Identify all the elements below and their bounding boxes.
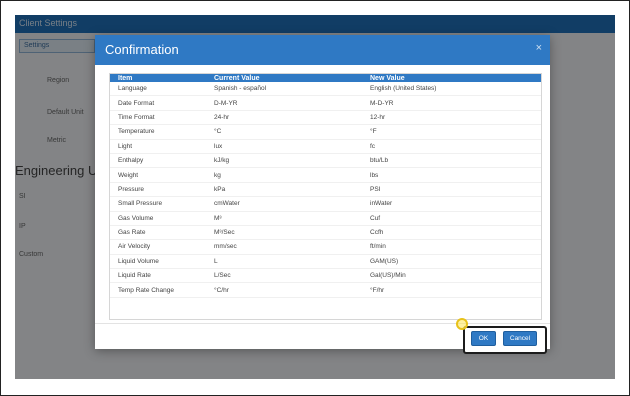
dialog-title: Confirmation	[105, 42, 179, 57]
cell-new-value: °F/hr	[362, 282, 541, 298]
table-row: Time Format 24-hr 12-hr	[110, 110, 541, 126]
cell-current-value: kJ/kg	[206, 153, 362, 169]
table-row: Temperature °C °F	[110, 124, 541, 140]
table-body: Language Spanish - español English (United…	[110, 82, 541, 298]
cell-new-value: 12-hr	[362, 110, 541, 126]
cell-item: Small Pressure	[110, 196, 206, 212]
cancel-button[interactable]: Cancel	[503, 331, 537, 346]
cell-new-value: fc	[362, 139, 541, 154]
cell-new-value: inWater	[362, 196, 541, 212]
table-row: Liquid Volume L GAM(US)	[110, 254, 541, 270]
table-row: Small Pressure cmWater inWater	[110, 196, 541, 212]
cell-item: Air Velocity	[110, 239, 206, 255]
table-row: Weight kg lbs	[110, 167, 541, 183]
cell-current-value: °C/hr	[206, 282, 362, 298]
table-row: Liquid Rate L/Sec Gal(US)/Min	[110, 268, 541, 284]
table-row: Temp Rate Change °C/hr °F/hr	[110, 282, 541, 298]
cell-item: Light	[110, 139, 206, 154]
close-icon[interactable]: ×	[536, 42, 542, 54]
dialog-footer-divider	[95, 323, 550, 324]
cell-item: Liquid Volume	[110, 254, 206, 270]
cell-new-value: English (United States)	[362, 82, 541, 97]
cell-item: Enthalpy	[110, 153, 206, 169]
cell-current-value: cmWater	[206, 196, 362, 212]
cell-current-value: M³	[206, 211, 362, 226]
cell-current-value: lux	[206, 139, 362, 154]
ok-button[interactable]: OK	[471, 331, 496, 346]
cell-new-value: °F	[362, 124, 541, 140]
cell-item: Liquid Rate	[110, 268, 206, 284]
cell-item: Temp Rate Change	[110, 282, 206, 298]
cell-current-value: kPa	[206, 182, 362, 198]
cell-new-value: PSI	[362, 182, 541, 198]
dialog-header: Confirmation ×	[95, 35, 550, 65]
cell-current-value: L/Sec	[206, 268, 362, 284]
cell-current-value: mm/sec	[206, 239, 362, 255]
cell-item: Time Format	[110, 110, 206, 126]
table-row: Language Spanish - español English (United…	[110, 82, 541, 97]
table-row: Gas Rate M³/Sec Ccfh	[110, 225, 541, 241]
cell-current-value: °C	[206, 124, 362, 140]
column-header-new-value: New Value	[370, 74, 405, 82]
table-header-row: Item Current Value New Value	[110, 74, 541, 82]
click-marker	[456, 318, 468, 330]
cell-current-value: L	[206, 254, 362, 270]
cell-new-value: lbs	[362, 167, 541, 183]
cell-current-value: kg	[206, 167, 362, 183]
changes-table: Item Current Value New Value Language Spa…	[110, 74, 541, 298]
cell-current-value: Spanish - español	[206, 82, 362, 97]
table-row: Light lux fc	[110, 139, 541, 154]
cell-item: Gas Volume	[110, 211, 206, 226]
column-header-item: Item	[118, 74, 133, 82]
table-row: Air Velocity mm/sec ft/min	[110, 239, 541, 255]
screenshot-frame: Client Settings Settings Region Default …	[0, 0, 630, 396]
table-row: Gas Volume M³ Cuf	[110, 211, 541, 226]
cell-item: Temperature	[110, 124, 206, 140]
changes-table-container[interactable]: Item Current Value New Value Language Spa…	[109, 73, 542, 320]
column-header-current-value: Current Value	[214, 74, 260, 82]
cell-item: Weight	[110, 167, 206, 183]
cell-new-value: Cuf	[362, 211, 541, 226]
cell-new-value: M-D-YR	[362, 95, 541, 111]
cell-new-value: Ccfh	[362, 225, 541, 241]
table-row: Date Format D-M-YR M-D-YR	[110, 95, 541, 111]
cell-item: Pressure	[110, 182, 206, 198]
cell-new-value: GAM(US)	[362, 254, 541, 270]
cell-item: Language	[110, 82, 206, 97]
cell-item: Date Format	[110, 95, 206, 111]
table-row: Enthalpy kJ/kg btu/Lb	[110, 153, 541, 169]
cell-new-value: ft/min	[362, 239, 541, 255]
cell-current-value: D-M-YR	[206, 95, 362, 111]
confirmation-dialog: Confirmation × Item Current Value New Va…	[95, 35, 550, 349]
table-row: Pressure kPa PSI	[110, 182, 541, 198]
cell-current-value: 24-hr	[206, 110, 362, 126]
cell-new-value: Gal(US)/Min	[362, 268, 541, 284]
cell-item: Gas Rate	[110, 225, 206, 241]
cell-current-value: M³/Sec	[206, 225, 362, 241]
cell-new-value: btu/Lb	[362, 153, 541, 169]
